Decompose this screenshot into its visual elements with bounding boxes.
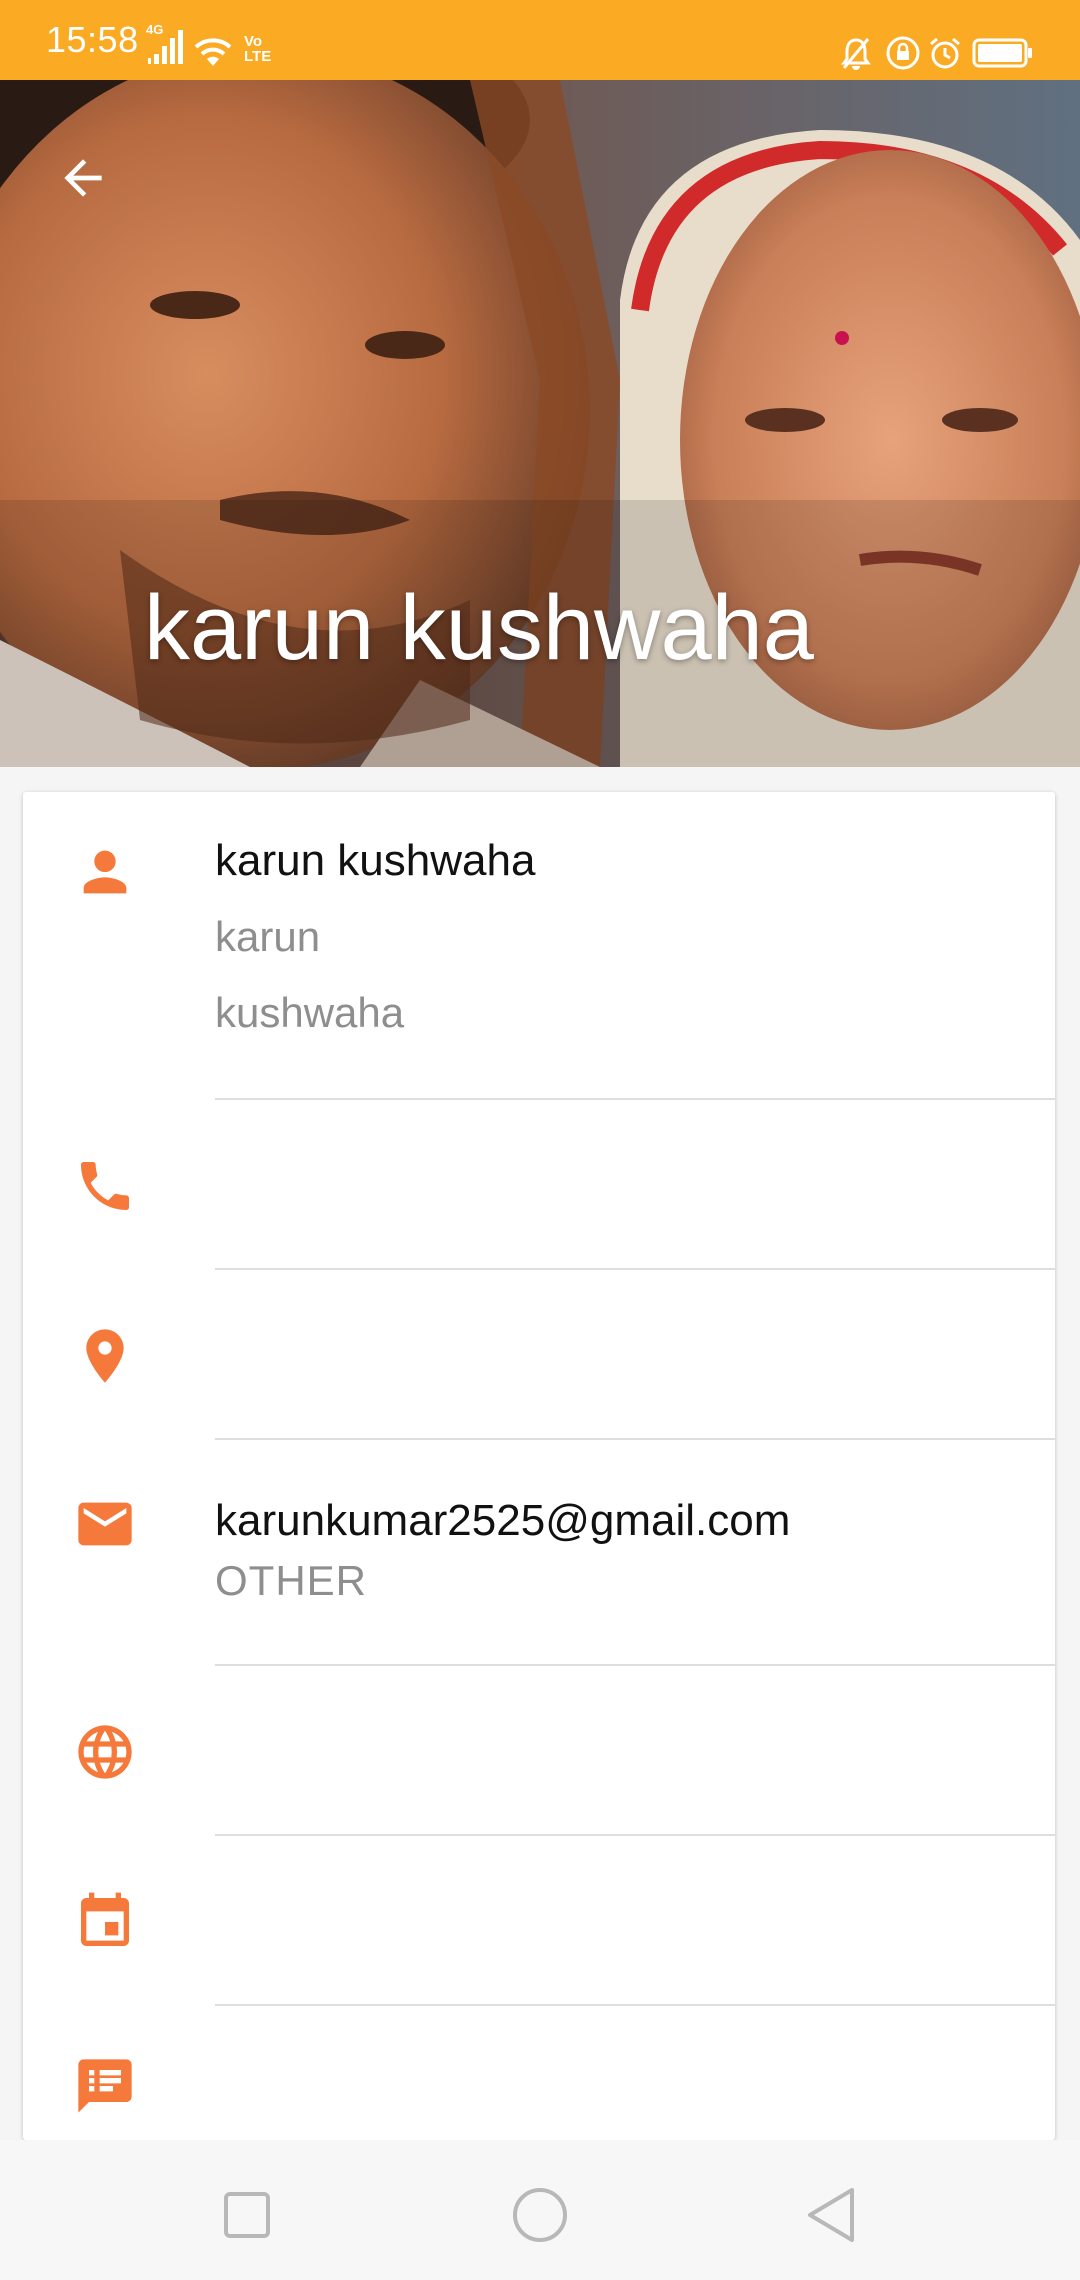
status-bar: 15:58 4G Vo LTE [0,0,1080,80]
email-icon [78,1502,132,1546]
event-row[interactable] [23,1836,1055,2006]
lock-icon [886,36,920,70]
wifi-icon [194,38,232,66]
contact-first-name: karun [215,913,321,960]
network-type-label: 4G [146,22,164,37]
recents-button[interactable] [212,2180,282,2250]
phone-icon [81,1162,129,1210]
name-row[interactable]: karun kushwaha karun kushwaha [23,792,1055,1100]
volte-icon: Vo LTE [244,33,272,65]
calendar-icon [81,1892,129,1946]
header-contact-name: karun kushwaha [144,577,814,679]
home-button[interactable] [505,2180,575,2250]
email-type-label: OTHER [215,1557,367,1604]
notes-icon [78,2059,132,2113]
contact-details-card: karun kushwaha karun kushwaha karunkumar… [23,792,1055,2140]
email-row[interactable]: karunkumar2525@gmail.com OTHER [23,1440,1055,1666]
location-pin-icon [86,1329,124,1383]
person-icon [83,850,127,894]
back-button[interactable] [40,135,126,221]
alarm-icon [930,37,960,69]
phone-row[interactable] [23,1100,1055,1270]
notes-row[interactable] [23,2006,1055,2140]
battery-icon [972,38,1032,68]
back-nav-button[interactable] [798,2180,868,2250]
navigation-bar [0,2140,1080,2280]
mute-icon [841,38,871,70]
status-time: 15:58 [46,19,139,60]
contact-last-name: kushwaha [215,989,405,1036]
contact-display-name: karun kushwaha [215,836,536,885]
email-address: karunkumar2525@gmail.com [215,1496,791,1545]
arrow-back-icon [64,159,102,197]
website-row[interactable] [23,1666,1055,1836]
globe-icon [78,1725,132,1779]
contact-header: karun kushwaha [0,80,1080,767]
address-row[interactable] [23,1270,1055,1440]
